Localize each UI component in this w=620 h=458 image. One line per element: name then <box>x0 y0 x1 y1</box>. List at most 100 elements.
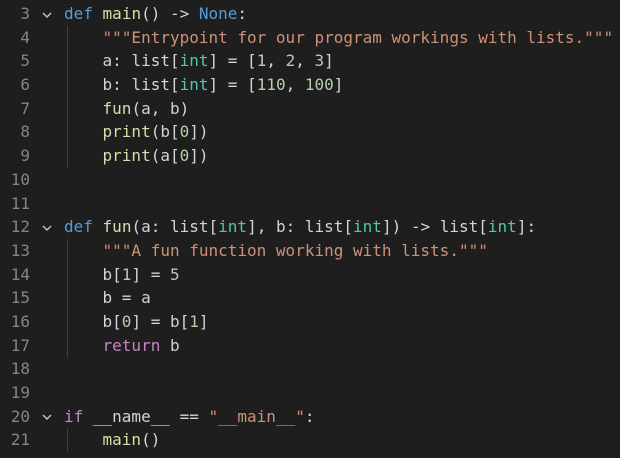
code-line[interactable]: 12 def fun(a: list[int], b: list[int]) ->… <box>0 215 620 239</box>
code-token: __name__ == <box>83 406 209 426</box>
code-token: 1 <box>256 51 267 71</box>
code-token: () -> <box>141 4 199 23</box>
code-line[interactable]: 3 def main() -> None: <box>0 2 620 26</box>
chevron-down-icon[interactable] <box>40 405 54 429</box>
code-token: b = a <box>102 288 151 308</box>
code-token: def <box>64 4 93 23</box>
line-number: 5 <box>20 51 30 71</box>
code-line[interactable]: 15 b = a <box>0 286 620 310</box>
line-number: 21 <box>10 430 30 450</box>
code-token: main <box>102 430 142 450</box>
code-token: int <box>179 51 209 71</box>
code-token: (a: list[ <box>131 217 219 237</box>
code-token: if <box>64 406 84 426</box>
code-line[interactable]: 18 <box>0 357 620 381</box>
code-token: 5 <box>169 264 180 284</box>
code-line[interactable]: 21 main() <box>0 428 620 453</box>
code-token: 0 <box>121 311 132 331</box>
code-token: None <box>198 4 238 23</box>
line-code: b: list[int] = [110, 100] <box>64 73 344 97</box>
line-code: print(b[0]) <box>64 120 209 144</box>
code-line[interactable]: 7 fun(a, b) <box>0 96 620 121</box>
code-token: (a[ <box>150 146 180 166</box>
chevron-down-icon[interactable] <box>40 215 54 239</box>
code-token: ] = [ <box>208 75 257 95</box>
code-token: ] = b[ <box>131 311 190 331</box>
code-line[interactable]: 10 <box>0 168 620 192</box>
code-line[interactable]: 13 """A fun function working with lists.… <box>0 238 620 263</box>
code-token: ]: <box>516 217 537 237</box>
code-token: , <box>295 51 315 71</box>
code-token: (b[ <box>150 122 180 142</box>
line-number: 18 <box>10 359 30 379</box>
line-number: 8 <box>20 122 30 142</box>
code-line[interactable]: 6 b: list[int] = [110, 100] <box>0 73 620 97</box>
code-editor[interactable]: 3 def main() -> None: 4 """Entrypoint for … <box>0 0 620 458</box>
code-token: int <box>353 217 382 237</box>
line-code: b[1] = 5 <box>64 263 180 287</box>
code-token: int <box>179 75 209 95</box>
code-token: : <box>304 406 315 426</box>
line-number: 12 <box>10 217 30 237</box>
line-number: 15 <box>10 288 30 308</box>
code-token: 1 <box>121 264 132 284</box>
line-code: fun(a, b) <box>64 97 190 121</box>
line-number: 9 <box>20 146 30 166</box>
code-token: ] <box>324 51 334 71</box>
line-number: 13 <box>10 240 30 260</box>
line-code: def main() -> None: <box>64 2 247 26</box>
line-number: 14 <box>10 264 30 284</box>
code-token: ]) <box>189 146 209 166</box>
code-token: (a, b) <box>131 98 190 118</box>
line-code: return b <box>64 334 180 358</box>
line-number: 16 <box>10 311 30 331</box>
chevron-down-icon[interactable] <box>40 2 54 26</box>
code-token: b <box>102 75 113 95</box>
code-token: int <box>218 217 248 237</box>
code-line[interactable]: 4 """Entrypoint for our program workings… <box>0 25 620 50</box>
code-token: , <box>285 75 305 95</box>
code-token: : <box>237 4 248 23</box>
code-line[interactable]: 16 b[0] = b[1] <box>0 309 620 334</box>
code-line[interactable]: 17 return b <box>0 333 620 358</box>
code-token: """Entrypoint for our program workings w… <box>102 27 614 47</box>
code-line[interactable]: 14 b[1] = 5 <box>0 262 620 287</box>
code-line[interactable]: 11 <box>0 192 620 216</box>
line-code: main() <box>64 428 161 452</box>
code-token: , <box>266 51 286 71</box>
code-token: ]) -> list[ <box>381 217 488 237</box>
code-token: print <box>102 122 151 142</box>
code-token: """A fun function working with lists.""" <box>102 240 488 260</box>
code-token: b[ <box>102 264 122 284</box>
code-token: int <box>487 217 517 237</box>
line-code: """Entrypoint for our program workings w… <box>64 26 614 50</box>
line-number: 20 <box>10 406 30 426</box>
code-token: b <box>160 335 180 355</box>
code-token: ], b: list[ <box>247 217 354 237</box>
line-code: """A fun function working with lists.""" <box>64 239 488 263</box>
code-line[interactable]: 9 print(a[0]) <box>0 144 620 168</box>
code-line[interactable]: 20 if __name__ == "__main__": <box>0 405 620 429</box>
line-code: def fun(a: list[int], b: list[int]) -> l… <box>64 215 536 239</box>
code-line[interactable]: 19 <box>0 381 620 405</box>
code-token: a <box>102 51 113 71</box>
code-token: main <box>102 4 142 23</box>
line-code: if __name__ == "__main__": <box>64 405 314 429</box>
code-line[interactable]: 5 a: list[int] = [1, 2, 3] <box>0 49 620 74</box>
code-token: () <box>141 430 161 450</box>
code-token: : list[ <box>112 75 180 95</box>
code-token: 2 <box>285 51 296 71</box>
line-code: a: list[int] = [1, 2, 3] <box>64 49 334 73</box>
code-token: 1 <box>189 311 199 331</box>
code-token: print <box>102 146 151 166</box>
line-code: b[0] = b[1] <box>64 310 209 334</box>
code-token: ] = [ <box>208 51 257 71</box>
code-token: fun <box>102 217 132 237</box>
code-token: 110 <box>256 75 286 95</box>
line-number: 11 <box>10 193 30 213</box>
code-token: "__main__" <box>208 406 305 426</box>
code-line[interactable]: 8 print(b[0]) <box>0 120 620 145</box>
line-code: print(a[0]) <box>64 144 209 168</box>
